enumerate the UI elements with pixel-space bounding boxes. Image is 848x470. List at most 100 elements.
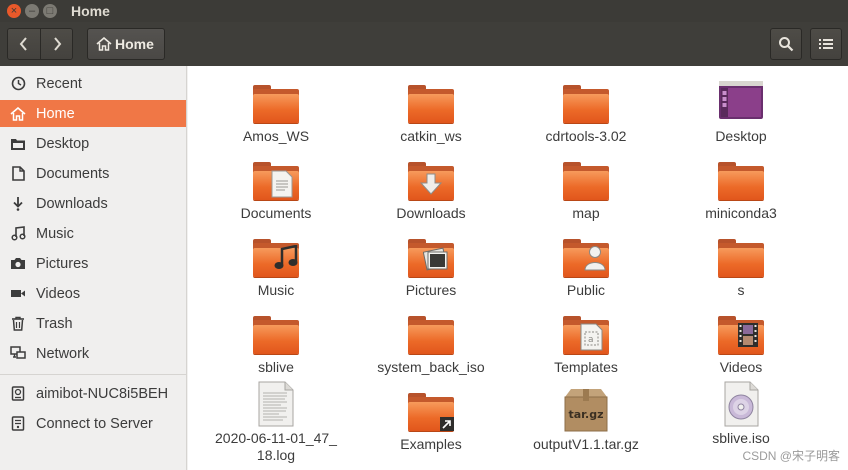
file-item-desktop[interactable]: Desktop [666, 79, 816, 145]
file-grid: Amos_WS catkin_ws cdrtools-3.02 Desktop [188, 66, 848, 470]
forward-button[interactable] [40, 29, 72, 59]
minimize-window-icon[interactable]: – [25, 4, 39, 18]
file-item-sblive-iso[interactable]: sblive.iso [666, 381, 816, 447]
window-title: Home [71, 3, 110, 19]
file-item-system-back-iso[interactable]: system_back_iso [356, 310, 506, 376]
sidebar-item-label: Pictures [36, 255, 89, 272]
path-label: Home [115, 36, 154, 52]
sidebar-item-videos[interactable]: Videos [0, 280, 186, 307]
toolbar: Home [0, 22, 848, 66]
file-item-catkin-ws[interactable]: catkin_ws [356, 79, 506, 145]
view-list-button[interactable] [810, 28, 842, 60]
close-window-icon[interactable]: × [7, 4, 21, 18]
folder-link-icon [406, 387, 456, 433]
navigation-group [7, 28, 73, 60]
file-name: Public [566, 282, 606, 298]
file-name-line-2: 18.log [256, 447, 296, 463]
file-name: cdrtools-3.02 [545, 128, 627, 144]
sidebar-item-trash[interactable]: Trash [0, 310, 186, 337]
watermark: CSDN @宋子明客 [742, 449, 840, 463]
desktop-folder-icon [716, 79, 766, 125]
file-name-line-1: 2020-06-11-01_47_ [215, 430, 337, 446]
sidebar-item-documents[interactable]: Documents [0, 160, 186, 187]
sidebar-item-label: Downloads [36, 195, 108, 212]
file-item-sblive[interactable]: sblive [201, 310, 351, 376]
file-item-pictures[interactable]: Pictures [356, 233, 506, 299]
videos-folder-icon [716, 310, 766, 356]
archive-icon: tar.gz [561, 387, 611, 433]
sidebar-item-label: Home [36, 105, 75, 122]
sidebar-item-network[interactable]: Network [0, 340, 186, 367]
sidebar-item-label: Trash [36, 315, 73, 332]
file-item-tar-gz[interactable]: tar.gz outputV1.1.tar.gz [511, 387, 661, 453]
search-icon [779, 37, 794, 52]
file-name: Desktop [715, 128, 767, 144]
search-button[interactable] [770, 28, 802, 60]
iso-disc-icon [716, 381, 766, 427]
file-item-examples[interactable]: Examples [356, 387, 506, 453]
music-note-icon [9, 226, 27, 241]
file-item-miniconda3[interactable]: miniconda3 [666, 156, 816, 222]
sidebar-item-home[interactable]: Home [0, 100, 186, 127]
sidebar-item-desktop[interactable]: Desktop [0, 130, 186, 157]
sidebar-item-label: Music [36, 225, 74, 242]
home-icon [96, 37, 112, 51]
documents-folder-icon [251, 156, 301, 202]
file-name: Amos_WS [242, 128, 310, 144]
sidebar-item-label: aimibot-NUC8i5BEH [36, 385, 169, 402]
file-item-log[interactable]: 2020-06-11-01_47_ 18.log [201, 381, 351, 464]
sidebar-divider [0, 374, 186, 375]
link-arrow-icon [440, 417, 454, 431]
file-item-cdrtools[interactable]: cdrtools-3.02 [511, 79, 661, 145]
svg-text:a: a [588, 335, 594, 345]
file-item-public[interactable]: Public [511, 233, 661, 299]
sidebar-item-downloads[interactable]: Downloads [0, 190, 186, 217]
sidebar-item-connect-to-server[interactable]: Connect to Server [0, 410, 186, 437]
pictures-folder-icon [406, 233, 456, 279]
document-icon [9, 166, 27, 181]
file-name: outputV1.1.tar.gz [533, 436, 639, 452]
sidebar-item-pictures[interactable]: Pictures [0, 250, 186, 277]
sidebar-item-drive[interactable]: aimibot-NUC8i5BEH [0, 380, 186, 407]
video-camera-icon [9, 288, 27, 299]
text-file-icon [251, 381, 301, 427]
desktop-folder-icon [9, 137, 27, 151]
file-name: sblive.iso [712, 430, 770, 446]
maximize-window-icon[interactable]: □ [43, 4, 57, 18]
folder-icon [716, 233, 766, 279]
title-bar: × – □ Home [0, 0, 848, 22]
file-item-music[interactable]: Music [201, 233, 351, 299]
archive-badge: tar.gz [569, 408, 604, 421]
file-item-amos-ws[interactable]: Amos_WS [201, 79, 351, 145]
file-name: Documents [240, 205, 312, 221]
file-name: Downloads [396, 205, 466, 221]
file-name: s [737, 282, 745, 298]
sidebar-item-recent[interactable]: Recent [0, 70, 186, 97]
download-arrow-icon [9, 196, 27, 211]
path-button-home[interactable]: Home [87, 28, 165, 60]
file-name: miniconda3 [705, 205, 777, 221]
folder-icon [561, 79, 611, 125]
file-name: Templates [554, 359, 618, 375]
sidebar-item-label: Network [36, 345, 90, 362]
file-name: Pictures [405, 282, 457, 298]
file-item-templates[interactable]: a Templates [511, 310, 661, 376]
file-name: 2020-06-11-01_47_ 18.log [211, 430, 341, 464]
sidebar-item-label: Videos [36, 285, 81, 302]
back-button[interactable] [8, 29, 40, 59]
file-item-s[interactable]: s [666, 233, 816, 299]
folder-icon [716, 156, 766, 202]
folder-icon [406, 79, 456, 125]
file-item-documents[interactable]: Documents [201, 156, 351, 222]
file-item-map[interactable]: map [511, 156, 661, 222]
file-item-videos[interactable]: Videos [666, 310, 816, 376]
chevron-left-icon [19, 37, 27, 51]
file-item-downloads[interactable]: Downloads [356, 156, 506, 222]
list-view-icon [819, 39, 833, 49]
sidebar-item-music[interactable]: Music [0, 220, 186, 247]
drive-icon [9, 386, 27, 401]
sidebar-item-label: Recent [36, 75, 82, 92]
camera-icon [9, 257, 27, 270]
file-name: Examples [400, 436, 462, 452]
clock-icon [9, 76, 27, 91]
